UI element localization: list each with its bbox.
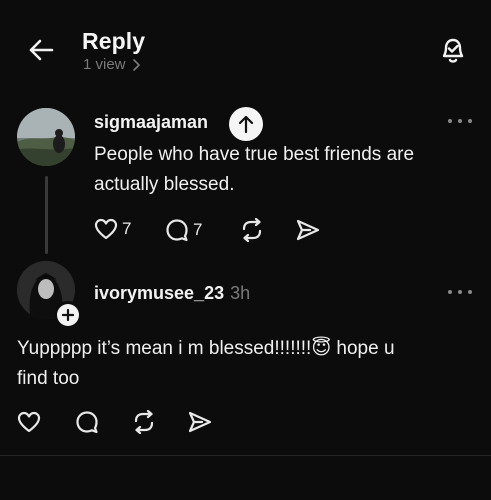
thread-line xyxy=(45,176,48,254)
divider xyxy=(0,455,491,456)
comment-icon xyxy=(166,219,188,242)
view-count-label: 1 view xyxy=(83,56,126,73)
reply-text-line: Yuppppp it’s mean i m blessed!!!!!!!😇 ho… xyxy=(17,338,395,359)
repost-button[interactable] xyxy=(239,218,265,242)
bell-check-icon xyxy=(442,38,464,63)
send-icon xyxy=(188,411,212,433)
avatar[interactable] xyxy=(17,108,75,166)
comment-button[interactable]: 7 xyxy=(165,218,202,242)
reply-text: Yuppppp it’s mean i m blessed!!!!!!!😇 ho… xyxy=(17,334,395,394)
reply-repost-button[interactable] xyxy=(131,410,157,434)
avatar-photo-icon xyxy=(17,108,75,166)
post-more-button[interactable] xyxy=(448,113,472,129)
post-text-line: People who have true best friends are xyxy=(94,144,415,165)
scroll-to-top-button[interactable] xyxy=(229,107,263,141)
arrow-up-icon xyxy=(238,115,254,133)
back-button[interactable] xyxy=(26,35,56,65)
page-title: Reply xyxy=(82,28,146,54)
reply-count: 7 xyxy=(193,220,203,239)
comment-icon xyxy=(76,411,98,434)
repost-icon xyxy=(134,410,154,434)
post-username[interactable]: sigmaajaman xyxy=(94,112,208,133)
like-count: 7 xyxy=(122,219,132,238)
reply-text-line: find too xyxy=(17,368,80,389)
notifications-button[interactable] xyxy=(438,36,468,66)
reply-like-button[interactable] xyxy=(17,411,41,433)
chevron-right-icon xyxy=(132,58,140,71)
send-icon xyxy=(296,219,320,241)
share-button[interactable] xyxy=(296,219,320,241)
more-dots-icon xyxy=(448,290,452,294)
arrow-left-icon xyxy=(29,39,54,61)
heart-icon xyxy=(17,411,41,433)
reply-share-button[interactable] xyxy=(188,411,212,433)
post-text-line: actually blessed. xyxy=(94,174,235,195)
like-button[interactable]: 7 xyxy=(94,218,131,240)
reply-username[interactable]: ivorymusee_23 xyxy=(94,283,224,303)
more-dots-icon xyxy=(448,119,452,123)
follow-button[interactable] xyxy=(54,301,82,329)
view-count[interactable]: 1 view xyxy=(83,56,140,73)
post-text: People who have true best friends are ac… xyxy=(94,140,414,200)
heart-icon xyxy=(94,218,118,240)
reply-comment-button[interactable] xyxy=(75,410,99,434)
repost-icon xyxy=(242,218,262,242)
reply-timestamp: 3h xyxy=(230,283,251,303)
plus-icon xyxy=(62,309,74,321)
reply-more-button[interactable] xyxy=(448,284,472,300)
reply-author: ivorymusee_23 3h xyxy=(94,283,250,304)
